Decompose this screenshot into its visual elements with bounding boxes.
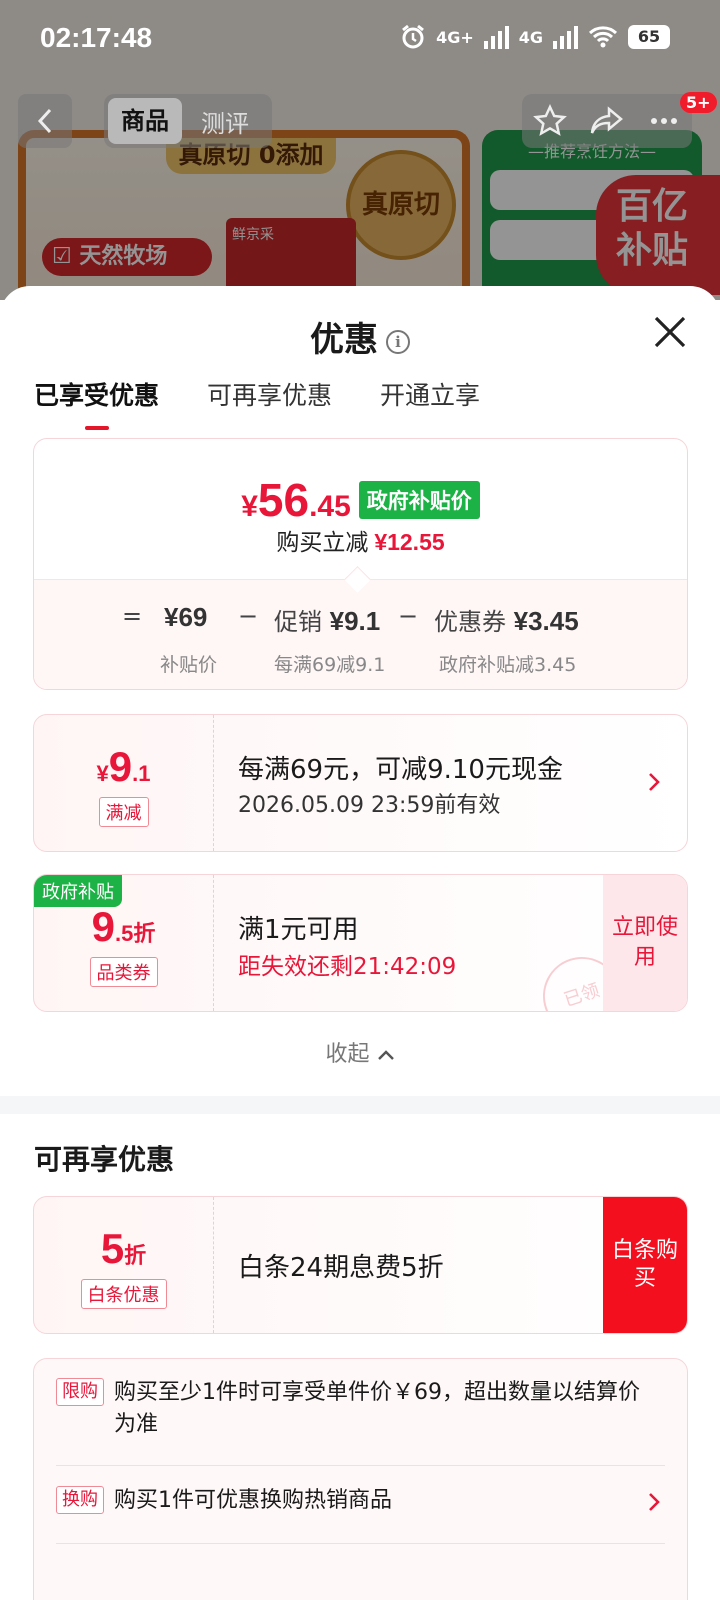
price-integer: 56 (257, 474, 310, 526)
price-currency: ¥ (241, 490, 258, 523)
coupon-amount: 优惠券 ¥3.45 (434, 602, 579, 637)
rule-tag: 限购 (56, 1378, 104, 1406)
coupon-category[interactable]: 政府补贴 9.5折 品类券 满1元可用 距失效还剩21:42:09 已领 立即使… (33, 874, 688, 1012)
rule-tag: 换购 (56, 1486, 104, 1514)
close-icon[interactable] (650, 312, 690, 352)
signal-icon (553, 25, 578, 49)
coupon-label: 优惠券 (434, 608, 506, 636)
coupon-countdown: 距失效还剩21:42:09 (238, 954, 457, 980)
tab-product[interactable]: 商品 (108, 98, 182, 144)
tab-review[interactable]: 测评 (188, 104, 262, 139)
available-section-title: 可再享优惠 (34, 1143, 175, 1176)
base-price: ¥69 (164, 602, 207, 633)
coupon-value: ¥3.45 (513, 606, 579, 636)
sheet-title-text: 优惠 (310, 320, 378, 360)
promo-caption: 每满69减9.1 (274, 654, 386, 676)
coupon-value: 9.5折 (34, 903, 213, 951)
sheet-title: 优惠 i (0, 312, 720, 361)
rule-limit: 限购 购买至少1件时可享受单件价￥69，超出数量以结算价为准 (56, 1377, 665, 1441)
promo-label: 促销 (274, 608, 322, 636)
baitiao-value-panel: 5折 白条优惠 (34, 1197, 214, 1333)
gov-subsidy-corner-tag: 政府补贴 (34, 875, 122, 907)
discount-sheet: 优惠 i 已享受优惠 可再享优惠 开通立享 ¥56.45 政府补贴价 购买立减 ¥12… (0, 286, 720, 1600)
message-badge: 5+ (680, 92, 717, 113)
coupon-integer: 9 (108, 743, 133, 790)
baitiao-unit: 折 (124, 1243, 147, 1268)
back-button[interactable] (18, 94, 72, 148)
more-icon[interactable] (646, 103, 682, 139)
equals-sign: = (122, 602, 143, 630)
final-price: ¥56.45 (241, 473, 351, 527)
baitiao-integer: 5 (100, 1225, 125, 1272)
rule-divider (56, 1543, 665, 1544)
coupon-expiry: 2026.05.09 23:59前有效 (238, 793, 501, 818)
base-price-caption: 补贴价 (160, 654, 218, 676)
promo-amount: 促销 ¥9.1 (274, 602, 380, 637)
promo-value: ¥9.1 (329, 606, 381, 636)
info-icon[interactable]: i (386, 329, 410, 354)
status-bar: 02:17:48 4G+ 4G 65 (0, 0, 720, 78)
collapse-button[interactable]: 收起 (0, 1036, 720, 1068)
instant-label: 购买立减 (276, 530, 369, 556)
share-icon[interactable] (589, 103, 625, 139)
purchase-rules-card: 限购 购买至少1件时可享受单件价￥69，超出数量以结算价为准 换购 购买1件可优惠换… (33, 1358, 688, 1600)
chevron-right-icon[interactable] (647, 1491, 661, 1513)
instant-amount: ¥12.55 (374, 529, 445, 555)
coupon-rule: 每满69元，可减9.10元现金 (238, 755, 563, 785)
coupon-integer: 9 (91, 903, 115, 950)
baitiao-offer-card[interactable]: 5折 白条优惠 白条24期息费5折 白条购买 (33, 1196, 688, 1334)
coupon-decimal: .5折 (115, 921, 156, 946)
discount-tabs: 已享受优惠 可再享优惠 开通立享 (34, 376, 480, 430)
instant-discount: 购买立减 ¥12.55 (34, 523, 687, 557)
coupon-value: ¥9.1 (34, 743, 213, 791)
rule-text: 购买至少1件时可享受单件价￥69，超出数量以结算价为准 (114, 1380, 640, 1437)
product-top-nav: 商品 测评 5+ (0, 92, 720, 150)
base-price-value: ¥69 (164, 602, 208, 632)
rule-divider (56, 1465, 665, 1466)
baitiao-type-tag: 白条优惠 (80, 1279, 167, 1309)
coupon-type-tag: 满减 (98, 797, 149, 827)
chevron-left-icon (37, 108, 52, 134)
alarm-icon (402, 24, 424, 49)
coupon-decimal: .1 (132, 761, 151, 786)
wifi-icon (588, 26, 618, 48)
baitiao-buy-button[interactable]: 白条购买 (603, 1197, 687, 1333)
network-4g-label: 4G (518, 27, 543, 47)
battery-icon: 65 (628, 25, 670, 49)
tab-activate[interactable]: 开通立享 (380, 376, 480, 430)
rule-text: 购买1件可优惠换购热销商品 (114, 1488, 392, 1513)
coupon-caption: 政府补贴减3.45 (439, 654, 577, 676)
star-icon[interactable] (532, 103, 568, 139)
final-price-row: ¥56.45 政府补贴价 (34, 473, 687, 527)
coupon-full-reduction[interactable]: ¥9.1 满减 每满69元，可减9.10元现金 2026.05.09 23:59… (33, 714, 688, 852)
status-time: 02:17:48 (40, 22, 153, 53)
product-tab-switch: 商品 测评 (104, 94, 272, 148)
use-now-button[interactable]: 立即使用 (603, 875, 687, 1011)
coupon-currency: ¥ (96, 761, 109, 786)
chevron-right-icon[interactable] (647, 771, 661, 793)
baitiao-rule: 白条24期息费5折 (238, 1253, 444, 1283)
tab-available[interactable]: 可再享优惠 (207, 376, 332, 430)
status-icons: 4G+ 4G 65 (400, 24, 670, 50)
price-summary-card: ¥56.45 政府补贴价 购买立减 ¥12.55 = ¥69 − 促销 ¥9.1 −… (33, 438, 688, 690)
minus-sign: − (238, 602, 259, 630)
product-actions (522, 94, 692, 148)
price-decimal: .45 (309, 490, 351, 523)
signal-icon (483, 25, 509, 49)
chevron-up-icon (377, 1050, 394, 1060)
rule-exchange[interactable]: 换购 购买1件可优惠换购热销商品 (56, 1485, 665, 1517)
gov-subsidy-price-tag: 政府补贴价 (358, 481, 480, 519)
baitiao-value: 5折 (34, 1225, 213, 1273)
tab-enjoyed[interactable]: 已享受优惠 (34, 376, 159, 430)
coupon-type-tag: 品类券 (89, 957, 158, 987)
coupon-value-panel: ¥9.1 满减 (34, 715, 214, 851)
coupon-rule: 满1元可用 (238, 915, 359, 945)
section-divider (0, 1096, 720, 1114)
minus-sign: − (398, 602, 419, 630)
price-breakdown: = ¥69 − 促销 ¥9.1 − 优惠券 ¥3.45 补贴价 每满69减9.1… (34, 579, 687, 689)
collapse-label: 收起 (325, 1042, 370, 1067)
network-4g-plus-label: 4G+ (436, 27, 474, 47)
